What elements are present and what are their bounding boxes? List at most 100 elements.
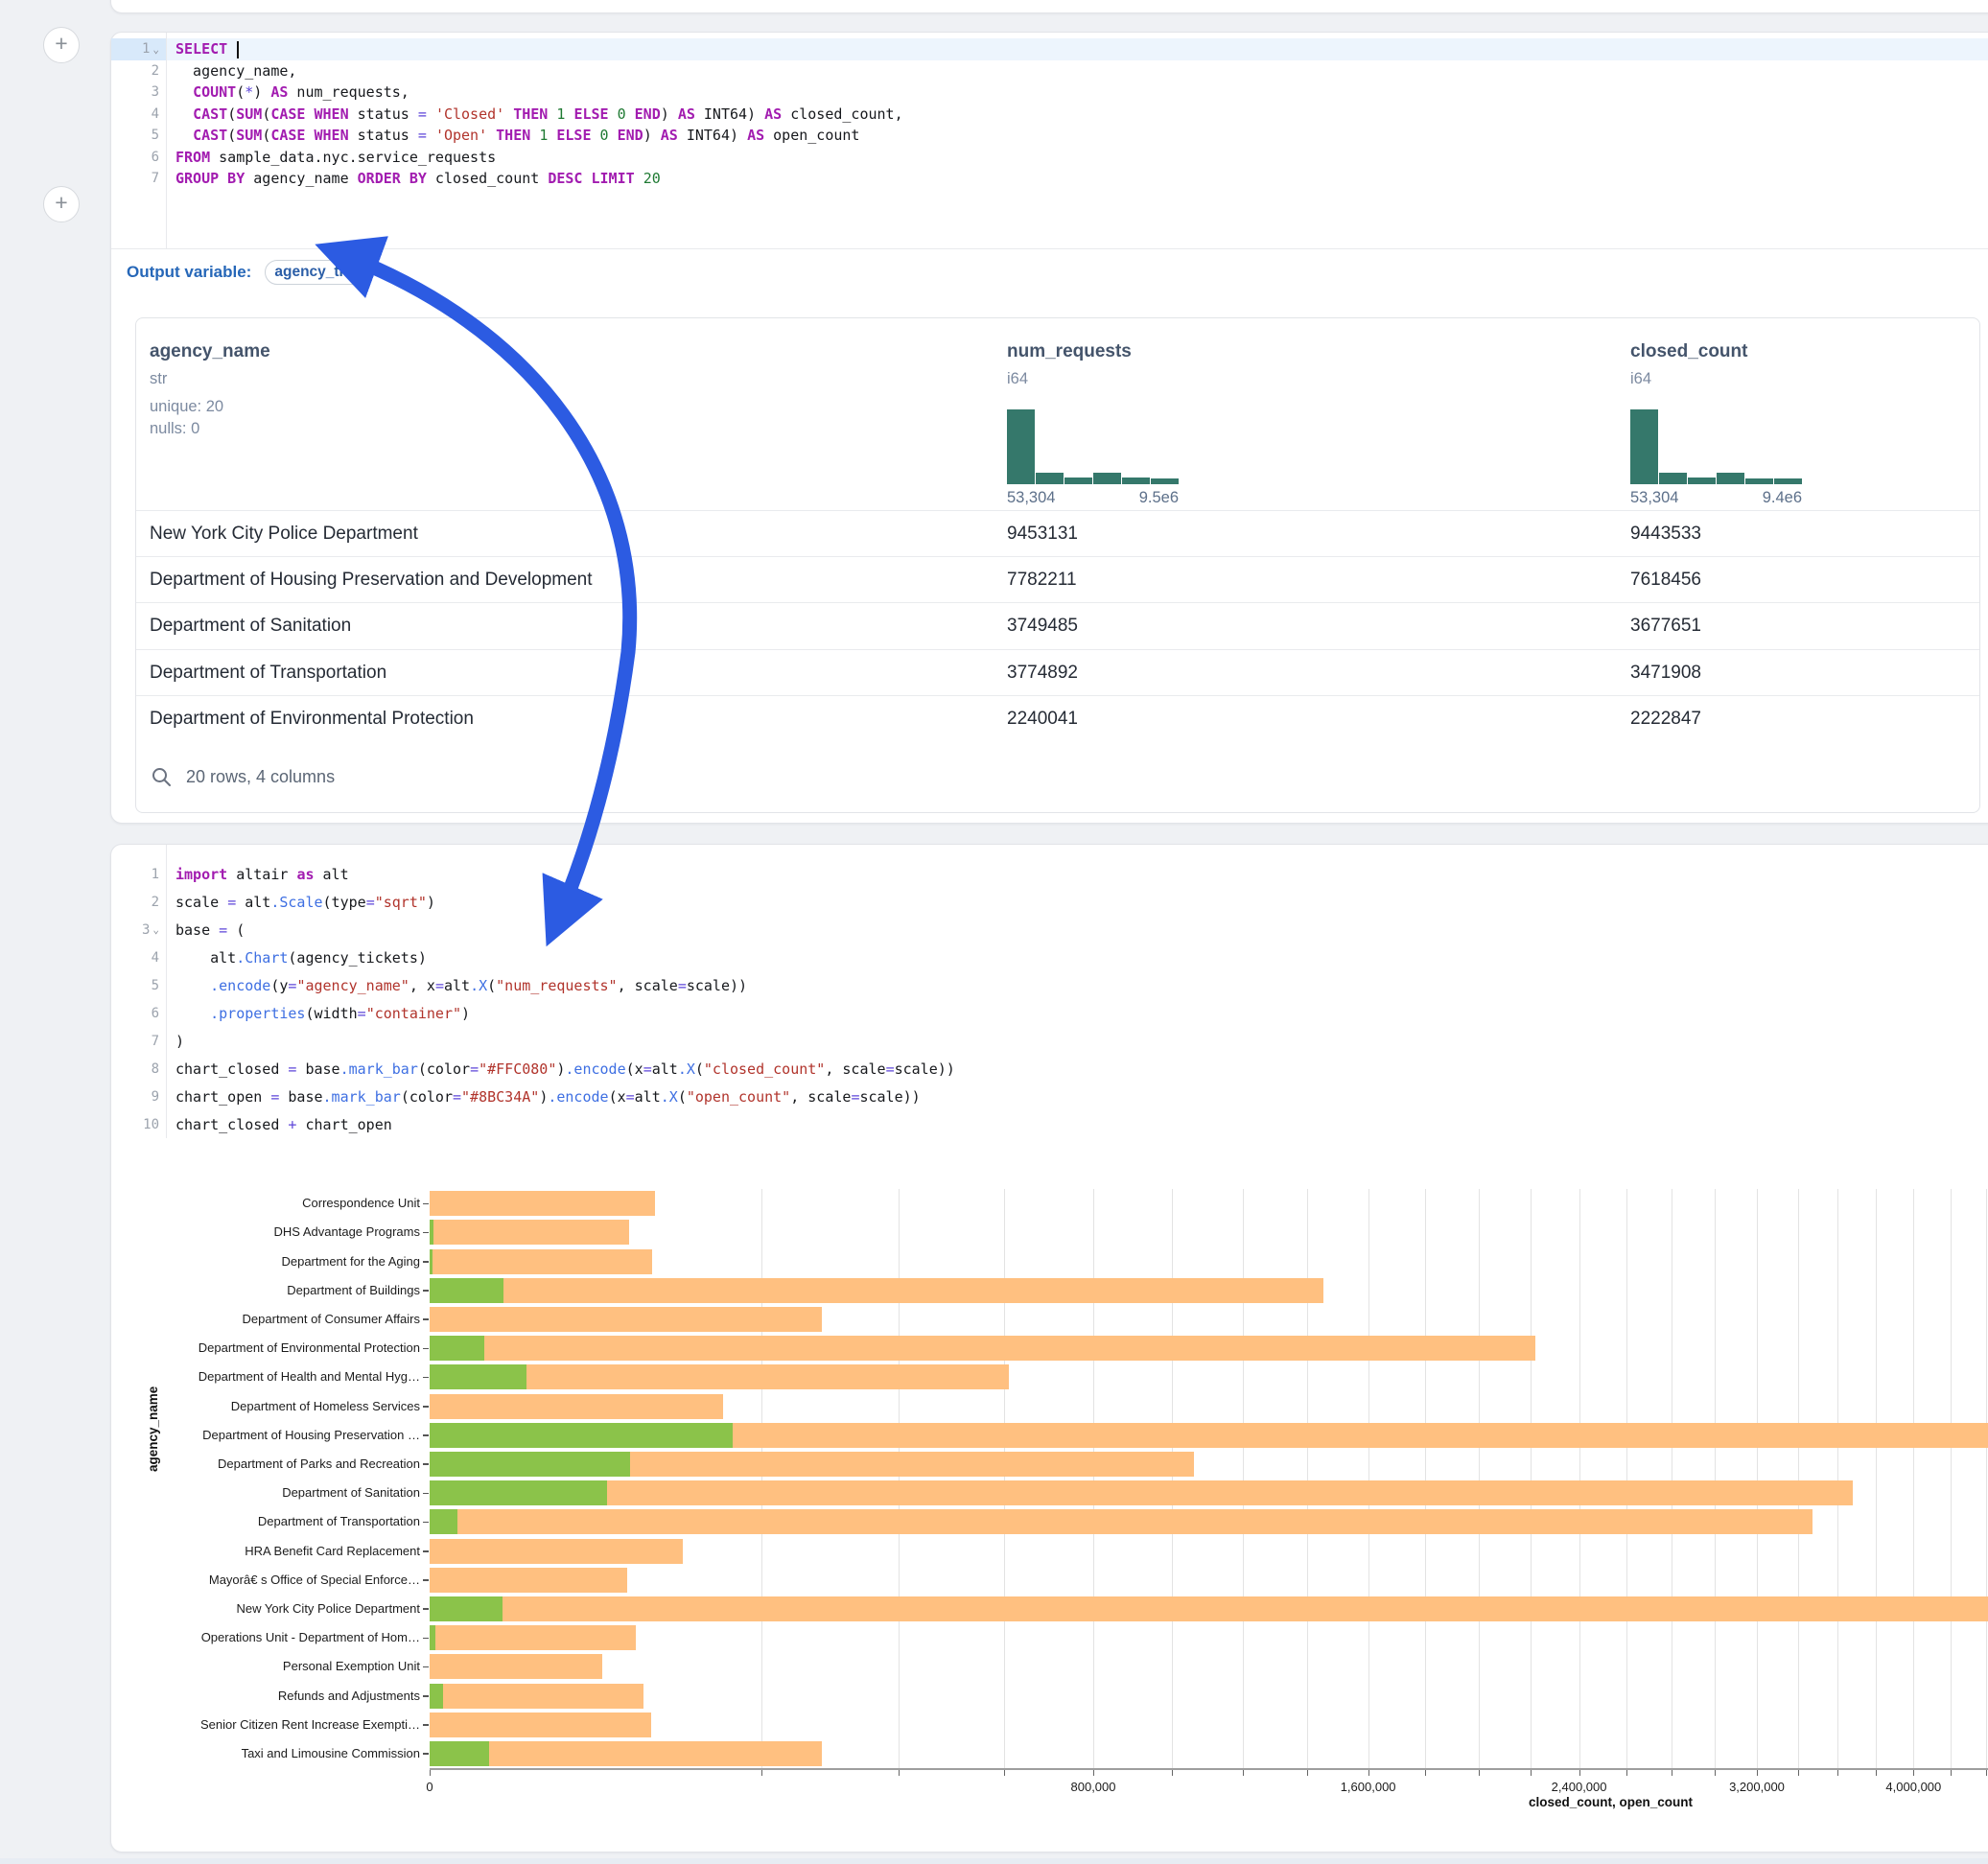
table-header: agency_namestrunique: 20nulls: 0num_requ… [136,318,1979,510]
line-number: 4 [111,104,166,126]
column-header[interactable]: num_requests [1007,341,1132,362]
line-number: 1 [111,860,166,888]
code-line: 3 COUNT(*) AS num_requests, [111,82,1988,104]
code-line-content: .properties(width="container") [166,1005,470,1022]
output-variable-row: Output variable: agency_tickets [111,248,1988,295]
code-line: 8chart_closed = base.mark_bar(color="#FF… [111,1055,1988,1083]
line-number: 7 [111,1027,166,1055]
plus-icon: + [55,31,67,56]
gutter-divider [166,845,167,1138]
code-line-content: .encode(y="agency_name", x=alt.X("num_re… [166,977,747,994]
code-line: 7GROUP BY agency_name ORDER BY closed_co… [111,168,1988,190]
fold-chevron-icon[interactable]: ⌄ [152,924,159,935]
code-line-content: chart_closed = base.mark_bar(color="#FFC… [166,1060,955,1078]
table-row: Department of Transportation 3774892 34719… [136,649,1979,696]
table-cell: 2240041 [1007,709,1078,730]
sql-cell-card: 1⌄SELECT 2 agency_name,3 COUNT(*) AS num… [110,32,1988,824]
table-cell: 9453131 [1007,524,1078,545]
bottom-strip [0,1858,1988,1864]
fold-chevron-icon[interactable]: ⌄ [152,44,159,55]
gutter-divider [166,33,167,248]
histogram-bar [1688,478,1716,484]
column-stat: unique: 20 [150,398,223,416]
column-header[interactable]: closed_count [1630,341,1747,362]
line-number: 9 [111,1083,166,1110]
search-icon[interactable] [150,765,173,788]
column-header[interactable]: agency_name [150,341,270,362]
table-cell: 3774892 [1007,663,1078,684]
column-histogram [1630,407,1802,484]
code-line: 2 agency_name, [111,60,1988,82]
code-line: 9chart_open = base.mark_bar(color="#8BC3… [111,1083,1988,1110]
column-dtype: i64 [1007,370,1028,388]
line-number: 4 [111,944,166,971]
code-line-content: import altair as alt [166,866,349,883]
column-dtype: str [150,370,167,388]
line-number: 2 [111,888,166,916]
code-line: 4 alt.Chart(agency_tickets) [111,944,1988,971]
line-number: 6 [111,147,166,169]
code-line: 4 CAST(SUM(CASE WHEN status = 'Closed' T… [111,104,1988,126]
table-cell: Department of Housing Preservation and D… [150,570,593,591]
table-footer: 20 rows, 4 columns [150,741,335,812]
output-variable-pill[interactable]: agency_tickets [265,260,366,285]
line-number: 5 [111,971,166,999]
line-number: 3⌄ [111,916,166,944]
code-line-content: CAST(SUM(CASE WHEN status = 'Closed' THE… [166,105,903,123]
code-line-content: chart_closed + chart_open [166,1116,392,1133]
code-line: 10chart_closed + chart_open [111,1110,1988,1138]
code-line: 6FROM sample_data.nyc.service_requests [111,147,1988,169]
add-cell-button[interactable]: + [43,27,80,63]
line-number: 5 [111,125,166,147]
code-line: 7) [111,1027,1988,1055]
column-dtype: i64 [1630,370,1651,388]
previous-cell-card-edge [110,0,1988,13]
code-line-content: chart_open = base.mark_bar(color="#8BC34… [166,1088,921,1106]
histogram-bar [1717,473,1744,484]
line-number: 1⌄ [111,38,166,60]
column-histogram [1007,407,1179,484]
results-table-card: agency_namestrunique: 20nulls: 0num_requ… [135,317,1980,813]
table-footer-text: 20 rows, 4 columns [186,767,335,787]
histogram-bar [1151,478,1179,484]
add-cell-button[interactable]: + [43,186,80,222]
table-cell: 7618456 [1630,570,1701,591]
code-line: 5 CAST(SUM(CASE WHEN status = 'Open' THE… [111,125,1988,147]
histogram-bar [1122,478,1150,484]
code-line: 6 .properties(width="container") [111,999,1988,1027]
table-cell: 3677651 [1630,616,1701,637]
histogram-bar [1745,478,1773,484]
histogram-bar [1630,409,1658,484]
histogram-min-label: 53,304 [1630,489,1678,507]
code-line-content: scale = alt.Scale(type="sqrt") [166,894,435,911]
python-code-editor[interactable]: 1import altair as alt2scale = alt.Scale(… [111,845,1988,1153]
code-line-content: alt.Chart(agency_tickets) [166,949,427,967]
line-number: 3 [111,82,166,104]
table-cell: 3749485 [1007,616,1078,637]
plus-icon: + [55,190,67,215]
histogram-max-label: 9.4e6 [1735,489,1802,507]
table-row: New York City Police Department945313194… [136,510,1979,557]
table-cell: 2222847 [1630,709,1701,730]
histogram-bar [1064,478,1092,484]
table-row: Department of Sanitation37494853677651 [136,602,1979,649]
histogram-bar [1774,478,1802,484]
table-cell: 7782211 [1007,570,1077,591]
table-row: Department of Housing Preservation and D… [136,556,1979,603]
code-line-content: GROUP BY agency_name ORDER BY closed_cou… [166,170,661,187]
code-line-content: FROM sample_data.nyc.service_requests [166,149,496,166]
code-line: 2scale = alt.Scale(type="sqrt") [111,888,1988,916]
table-cell: Department of Transportation [150,663,386,684]
table-cell: Department of Environmental Protection [150,709,474,730]
sql-code-editor[interactable]: 1⌄SELECT 2 agency_name,3 COUNT(*) AS num… [111,33,1988,254]
histogram-bar [1007,409,1035,484]
code-line-content: agency_name, [166,62,296,80]
python-cell-card: 1import altair as alt2scale = alt.Scale(… [110,844,1988,1852]
code-line: 1⌄SELECT [111,38,1988,60]
histogram-max-label: 9.5e6 [1111,489,1179,507]
notebook-page: + + 1⌄SELECT 2 agency_name,3 COUNT(*) AS… [0,0,1988,1864]
table-cell: 3471908 [1630,663,1701,684]
line-number: 10 [111,1110,166,1138]
histogram-bar [1036,473,1064,484]
code-line: 3⌄base = ( [111,916,1988,944]
